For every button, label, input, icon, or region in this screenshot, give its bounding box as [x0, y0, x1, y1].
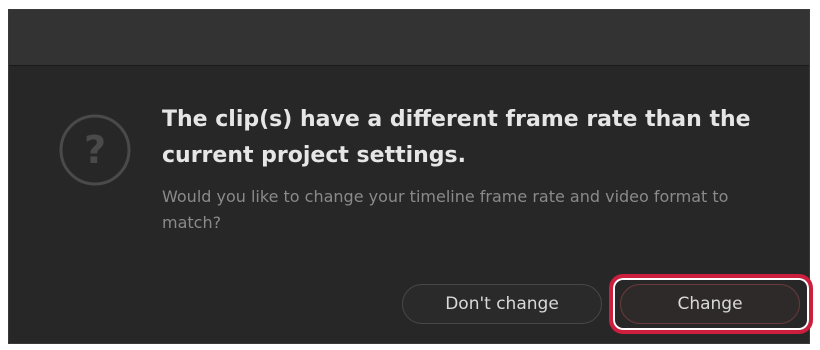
dialog-title-bar[interactable] [9, 10, 809, 66]
dialog-subtext: Would you like to change your timeline f… [162, 187, 729, 232]
dialog-message: The clip(s) have a different frame rate … [162, 102, 762, 236]
frame-rate-mismatch-dialog: ? The clip(s) have a different frame rat… [8, 9, 813, 344]
change-button[interactable]: Change [620, 284, 800, 324]
dialog-heading: The clip(s) have a different frame rate … [162, 107, 751, 168]
dont-change-button[interactable]: Don't change [402, 284, 602, 324]
question-mark-icon: ? [59, 114, 131, 186]
change-button-label: Change [677, 294, 743, 314]
dont-change-button-label: Don't change [445, 294, 559, 314]
svg-text:?: ? [84, 128, 106, 172]
screenshot-frame: ? The clip(s) have a different frame rat… [0, 0, 820, 350]
